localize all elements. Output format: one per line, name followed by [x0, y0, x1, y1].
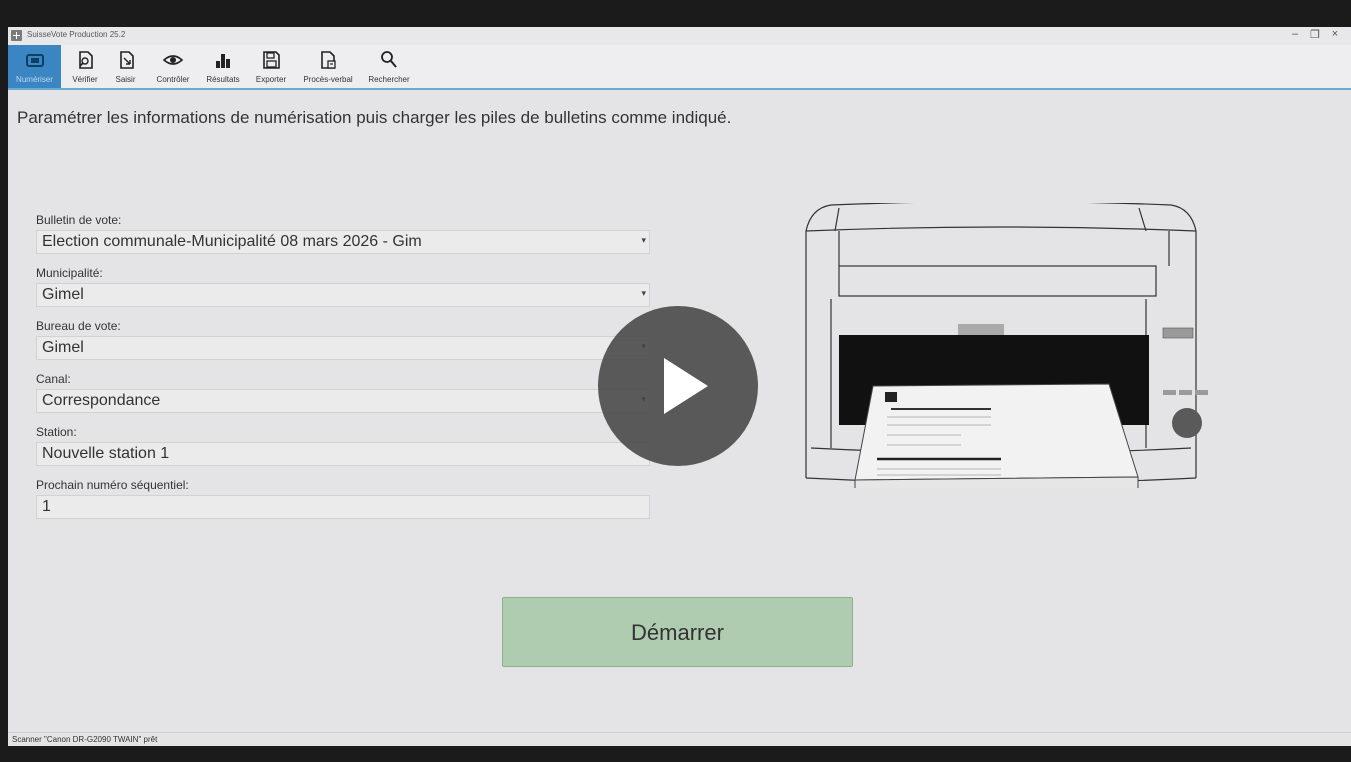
municipalite-label: Municipalité: [36, 266, 103, 280]
status-text: Scanner "Canon DR-G2090 TWAIN" prêt [12, 735, 158, 744]
toolbar-controler-button[interactable]: Contrôler [148, 45, 198, 88]
window-title: SuisseVote Production 25.2 [27, 30, 126, 39]
sequentiel-label: Prochain numéro séquentiel: [36, 478, 189, 492]
ballot-stack [854, 383, 1139, 488]
toolbar-rechercher-button[interactable]: Rechercher [364, 45, 414, 88]
app-icon [11, 30, 22, 41]
chevron-down-icon: ▾ [641, 235, 646, 245]
toolbar: Numériser Vérifier Saisir Contrôler Résu… [8, 45, 1351, 90]
close-icon[interactable]: × [1327, 28, 1343, 40]
eye-icon [162, 55, 184, 65]
play-icon [664, 358, 708, 414]
canal-value: Correspondance [42, 392, 161, 409]
toolbar-resultats-button[interactable]: Résultats [202, 45, 244, 88]
toolbar-numeriser-button[interactable]: Numériser [8, 45, 61, 88]
bar-chart-icon [216, 54, 230, 68]
title-bar: SuisseVote Production 25.2 – ❐ × [8, 27, 1351, 45]
verify-document-icon [79, 51, 93, 69]
report-document-icon [321, 51, 336, 69]
toolbar-verifier-button[interactable]: Vérifier [66, 45, 104, 88]
bulletin-value: Election communale-Municipalité 08 mars … [42, 233, 422, 250]
toolbar-label: Vérifier [72, 75, 98, 84]
bulletin-label: Bulletin de vote: [36, 213, 122, 227]
station-label: Station: [36, 425, 77, 439]
toolbar-exporter-button[interactable]: Exporter [250, 45, 292, 88]
chevron-down-icon: ▾ [641, 288, 646, 298]
minimize-icon[interactable]: – [1287, 28, 1303, 40]
bureau-select[interactable]: Gimel ▾ [36, 336, 650, 360]
scanner-icon [25, 54, 44, 67]
canal-select[interactable]: Correspondance ▾ [36, 389, 650, 413]
start-button-label: Démarrer [631, 620, 724, 645]
toolbar-proces-verbal-button[interactable]: Procès-verbal [299, 45, 357, 88]
toolbar-label: Exporter [255, 75, 287, 84]
toolbar-label: Contrôler [156, 75, 190, 84]
status-bar: Scanner "Canon DR-G2090 TWAIN" prêt [8, 732, 1351, 746]
municipalite-select[interactable]: Gimel ▾ [36, 283, 650, 307]
start-button[interactable]: Démarrer [502, 597, 853, 667]
search-icon [381, 51, 397, 68]
station-field[interactable]: Nouvelle station 1 [36, 442, 650, 466]
bulletin-select[interactable]: Election communale-Municipalité 08 mars … [36, 230, 650, 254]
bureau-value: Gimel [42, 339, 84, 356]
bureau-label: Bureau de vote: [36, 319, 121, 333]
municipalite-value: Gimel [42, 286, 84, 303]
toolbar-saisir-button[interactable]: Saisir [108, 45, 143, 88]
floppy-disk-icon [263, 51, 280, 69]
toolbar-label: Résultats [206, 75, 240, 84]
toolbar-label: Numériser [16, 75, 53, 84]
toolbar-label: Procès-verbal [303, 75, 353, 84]
station-value: Nouvelle station 1 [42, 445, 170, 462]
scanner-illustration [805, 203, 1208, 488]
video-play-button[interactable] [598, 306, 758, 466]
instruction-text: Paramétrer les informations de numérisat… [17, 108, 732, 127]
restore-icon[interactable]: ❐ [1307, 28, 1323, 41]
sequentiel-value: 1 [42, 498, 51, 515]
toolbar-label: Saisir [115, 75, 136, 84]
sequentiel-field[interactable]: 1 [36, 495, 650, 519]
canal-label: Canal: [36, 372, 71, 386]
input-document-icon [119, 51, 134, 69]
toolbar-label: Rechercher [368, 75, 410, 84]
